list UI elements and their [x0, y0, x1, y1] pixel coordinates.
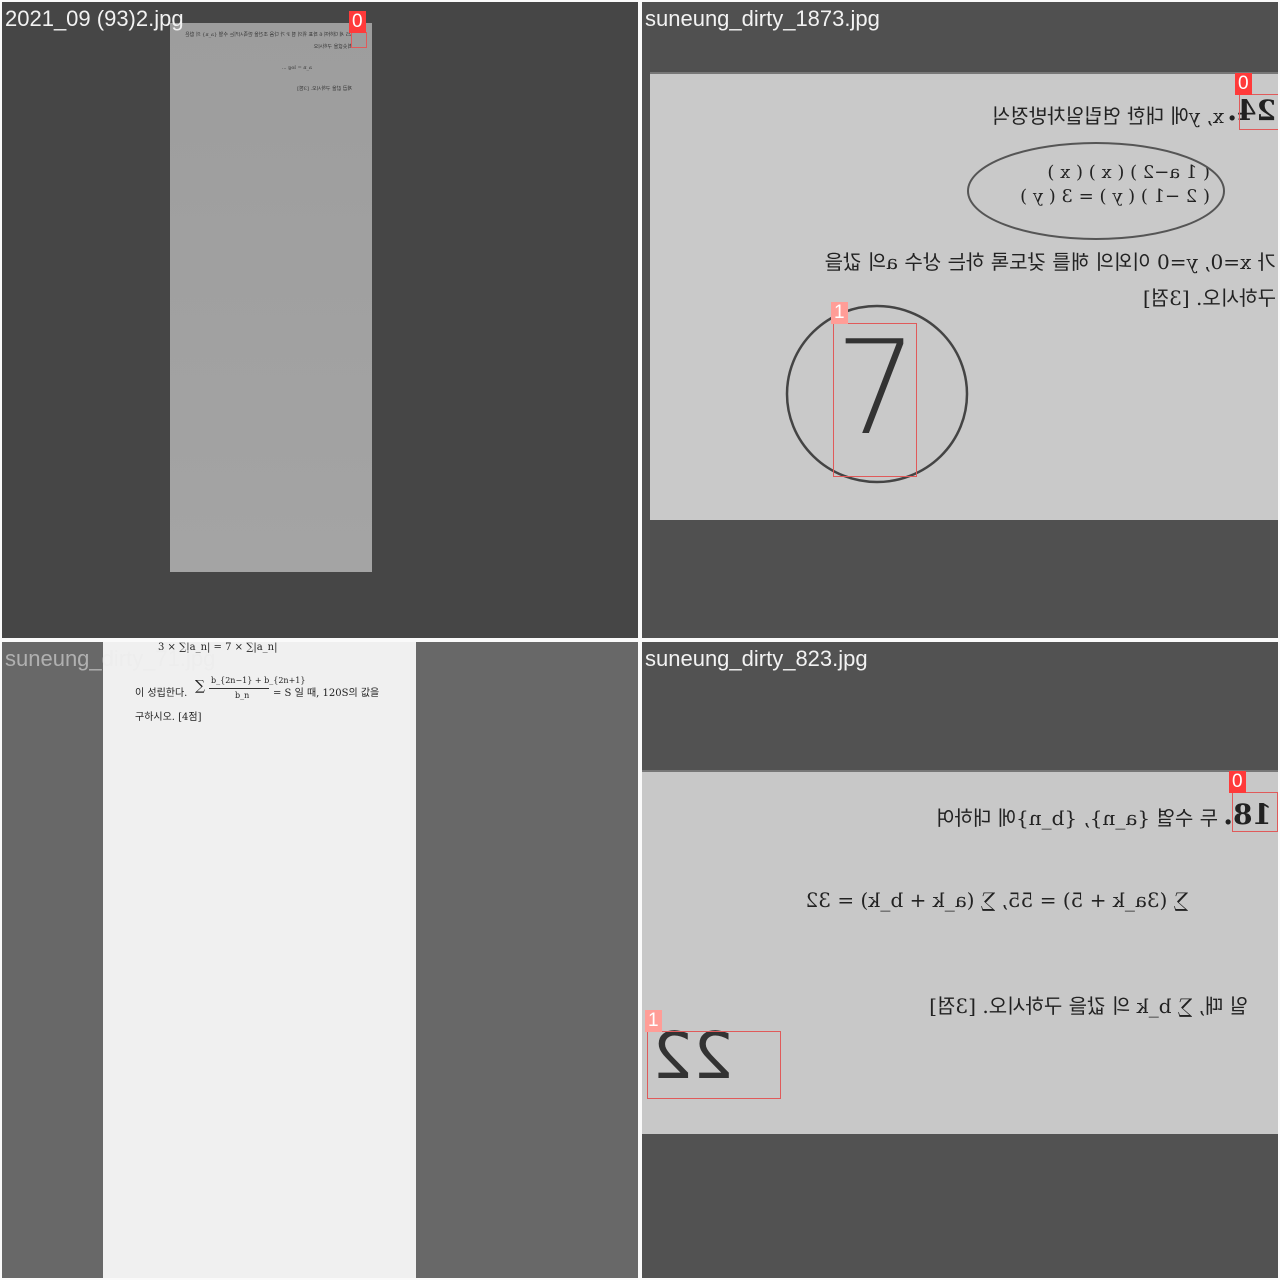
document-page: 25 세 대하여 6 좌표 위의 점 P 가 다음 조건을 만족시키는 수열 {…	[170, 23, 372, 572]
problem-text-line: 구하시오. [4점]	[135, 712, 202, 723]
tile-filename: suneung_dirty_71.jpg	[5, 646, 216, 671]
pencil-marks	[785, 142, 1225, 484]
detection-box-0	[1232, 792, 1278, 832]
page-text-line: 25 세 대하여 6 좌표 위의 점 P 가 다음 조건을 만족시키는 수열 {…	[185, 32, 352, 38]
document-page: 24. x, y에 대한 연립일차방정식 ( 1 a−2 ) ( x ) ( x…	[650, 72, 1278, 520]
problem-text-prefix: 이 성립한다.	[135, 688, 188, 699]
detection-box-1	[833, 323, 917, 477]
detection-box-0	[1239, 94, 1278, 130]
page-text-line: 최솟값을 구하시오	[313, 44, 352, 50]
detection-label-1: 1	[831, 302, 848, 324]
page-text-line: 제곱 값을 구하시오. [3점]	[297, 86, 352, 92]
formula-line: ∑ (3a_k + 5) = 55, ∑ (a_k + b_k) = 32	[805, 888, 1188, 912]
fraction-bar	[209, 688, 269, 689]
problem-text-line: 일 때, ∑ b_k 의 값을 구하시오. [3점]	[929, 994, 1248, 1018]
detection-label-1: 1	[645, 1010, 662, 1032]
mosaic-tile-2: suneung_dirty_1873.jpg 24. x, y에 대한 연립일차…	[642, 2, 1278, 638]
problem-text-line: 두 수열 {a_n}, {b_n}에 대하여	[936, 806, 1218, 830]
detection-box-1	[647, 1031, 781, 1099]
tile-filename: suneung_dirty_823.jpg	[645, 646, 868, 671]
mirrored-text-block: 25 세 대하여 6 좌표 위의 점 P 가 다음 조건을 만족시키는 수열 {…	[170, 23, 372, 103]
mosaic-tile-4: suneung_dirty_823.jpg 18. 두 수열 {a_n}, {b…	[642, 642, 1278, 1278]
detection-label-0: 0	[349, 11, 366, 33]
detection-label-0: 0	[1235, 73, 1252, 95]
page-text-line: a_n = log ...	[281, 65, 312, 71]
detection-label-0: 0	[1229, 771, 1246, 793]
sigma-symbol: ∑	[195, 678, 205, 694]
tile-filename: suneung_dirty_1873.jpg	[645, 6, 880, 31]
detection-box-0	[351, 32, 367, 48]
mosaic-tile-3: 3 × ∑|a_n| = 7 × ∑|a_n| 이 성립한다. ∑ b_{2n−…	[2, 642, 638, 1278]
fraction-denominator: b_n	[235, 691, 250, 700]
problem-text-suffix: = S 일 때, 120S의 값을	[273, 688, 380, 699]
document-page: 3 × ∑|a_n| = 7 × ∑|a_n| 이 성립한다. ∑ b_{2n−…	[103, 642, 416, 1278]
tile-filename: 2021_09 (93)2.jpg	[5, 6, 184, 31]
mosaic-tile-1: 2021_09 (93)2.jpg 25 세 대하여 6 좌표 위의 점 P 가…	[2, 2, 638, 638]
